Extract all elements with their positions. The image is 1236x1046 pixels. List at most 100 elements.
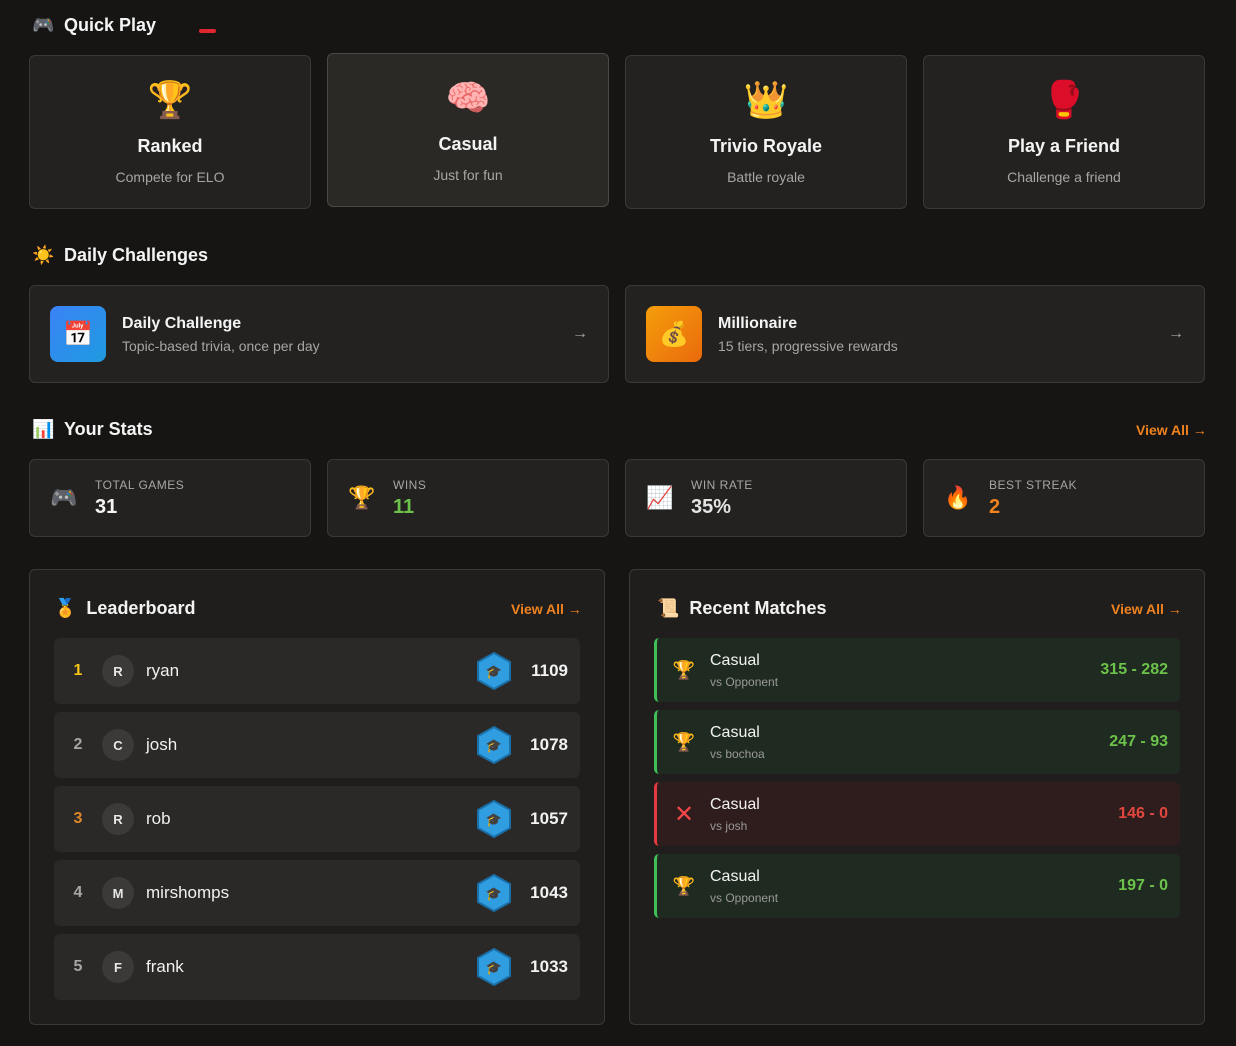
fire-icon: 🔥 <box>944 485 972 510</box>
rank-number: 4 <box>73 884 83 901</box>
challenge-title: Millionaire <box>718 314 798 332</box>
match-score: 146 - 0 <box>1118 805 1168 822</box>
challenge-subtitle: Topic-based trivia, once per day <box>122 337 320 354</box>
elo-rating: 1109 <box>531 661 568 680</box>
player-name: josh <box>146 735 178 754</box>
player-name: rob <box>146 809 171 828</box>
calendar-icon: 📅 <box>50 306 106 362</box>
player-name: mirshomps <box>146 883 230 902</box>
match-mode: Casual <box>710 651 760 669</box>
stat-value: 35% <box>691 495 732 518</box>
avatar: M <box>102 877 134 909</box>
quick-play-heading: 🎮 Quick Play <box>32 15 156 36</box>
svg-text:🎓: 🎓 <box>486 960 502 975</box>
match-opponent: vs Opponent <box>710 890 779 905</box>
match-opponent: vs bochoa <box>710 746 765 761</box>
rank-number: 1 <box>73 662 83 679</box>
leaderboard-heading: 🏅 Leaderboard <box>54 598 195 619</box>
rank-number: 5 <box>73 958 83 975</box>
daily-challenges-title: Daily Challenges <box>64 245 209 265</box>
rank-badge-icon: 🎓 <box>474 873 514 913</box>
stat-label: BEST STREAK <box>989 477 1077 492</box>
leaderboard-row[interactable]: 1 R ryan 🎓 1109 <box>54 638 580 704</box>
stat-wins: 🏆 WINS 11 <box>327 459 609 537</box>
trivio-royale-mode-card[interactable]: 👑 Trivio Royale Battle royale <box>625 55 907 209</box>
stats-view-all-link[interactable]: View All → <box>1136 422 1207 438</box>
rank-badge-icon: 🎓 <box>474 799 514 839</box>
boxing-glove-icon: 🥊 <box>1041 79 1087 120</box>
your-stats-heading: 📊 Your Stats <box>32 419 153 440</box>
mode-title: Ranked <box>137 136 203 156</box>
rank-badge-icon: 🎓 <box>474 725 514 765</box>
mode-subtitle: Compete for ELO <box>115 169 225 185</box>
mode-title: Play a Friend <box>1007 136 1121 156</box>
elo-rating: 1033 <box>530 957 568 976</box>
stat-best-streak: 🔥 BEST STREAK 2 <box>923 459 1205 537</box>
scroll-icon: 📜 <box>657 598 680 618</box>
trophy-icon: 🏆 <box>348 485 376 510</box>
crown-icon: 👑 <box>743 79 789 120</box>
elo-rating: 1043 <box>530 883 568 902</box>
recent-matches-heading: 📜 Recent Matches <box>657 598 826 619</box>
rank-number: 3 <box>73 810 83 827</box>
rank-number: 2 <box>73 736 83 753</box>
svg-text:🎓: 🎓 <box>486 812 502 827</box>
player-name: ryan <box>146 661 180 680</box>
match-mode: Casual <box>710 723 760 741</box>
gamepad-icon: 🎮 <box>50 485 78 510</box>
match-opponent: vs josh <box>710 818 748 833</box>
bar-chart-icon: 📊 <box>32 419 55 439</box>
trophy-icon: 🏆 <box>672 875 696 896</box>
leaderboard-row[interactable]: 3 R rob 🎓 1057 <box>54 786 580 852</box>
mode-subtitle: Battle royale <box>727 169 805 185</box>
gamepad-icon: 🎮 <box>32 15 55 35</box>
recent-matches-title: Recent Matches <box>689 598 827 618</box>
casual-mode-card[interactable]: 🧠 Casual Just for fun <box>327 53 609 207</box>
leaderboard-row[interactable]: 5 F frank 🎓 1033 <box>54 934 580 1000</box>
your-stats-title: Your Stats <box>64 419 153 439</box>
match-row[interactable]: 🏆 Casual vs Opponent 197 - 0 <box>654 854 1180 918</box>
avatar: R <box>102 803 134 835</box>
svg-text:🎓: 🎓 <box>486 738 502 753</box>
money-bag-icon: 💰 <box>646 306 702 362</box>
svg-text:🎓: 🎓 <box>486 664 502 679</box>
recent-matches-view-all-link[interactable]: View All → <box>1111 601 1182 617</box>
leaderboard-view-all-link[interactable]: View All → <box>511 601 582 617</box>
leaderboard-row[interactable]: 4 M mirshomps 🎓 1043 <box>54 860 580 926</box>
player-name: frank <box>146 957 184 976</box>
avatar: R <box>102 655 134 687</box>
mode-title: Trivio Royale <box>709 136 823 156</box>
match-row[interactable]: ✕ Casual vs josh 146 - 0 <box>654 782 1180 846</box>
leaderboard-row[interactable]: 2 C josh 🎓 1078 <box>54 712 580 778</box>
trophy-icon: 🏆 <box>147 79 193 120</box>
podium-icon: 🏅 <box>54 598 77 618</box>
millionaire-card[interactable]: 💰 Millionaire 15 tiers, progressive rewa… <box>625 285 1205 383</box>
avatar: C <box>102 729 134 761</box>
match-score: 197 - 0 <box>1118 877 1168 894</box>
notification-dash <box>199 29 216 33</box>
match-row[interactable]: 🏆 Casual vs bochoa 247 - 93 <box>654 710 1180 774</box>
arrow-right-icon: → <box>572 325 588 342</box>
cross-icon: ✕ <box>673 800 695 828</box>
sun-icon: ☀️ <box>32 245 55 265</box>
svg-text:🎓: 🎓 <box>486 886 502 901</box>
challenge-subtitle: 15 tiers, progressive rewards <box>718 337 898 354</box>
leaderboard-panel: 🏅 Leaderboard View All → 1 R ryan 🎓 1109… <box>29 569 605 1025</box>
daily-challenge-card[interactable]: 📅 Daily Challenge Topic-based trivia, on… <box>29 285 609 383</box>
ranked-mode-card[interactable]: 🏆 Ranked Compete for ELO <box>29 55 311 209</box>
elo-rating: 1078 <box>530 735 568 754</box>
mode-title: Casual <box>438 134 498 154</box>
rank-badge-icon: 🎓 <box>474 947 514 987</box>
play-friend-mode-card[interactable]: 🥊 Play a Friend Challenge a friend <box>923 55 1205 209</box>
rank-badge-icon: 🎓 <box>474 651 514 691</box>
mode-subtitle: Challenge a friend <box>1007 169 1121 185</box>
match-mode: Casual <box>710 795 760 813</box>
match-row[interactable]: 🏆 Casual vs Opponent 315 - 282 <box>654 638 1180 702</box>
match-opponent: vs Opponent <box>710 674 779 689</box>
stat-label: WIN RATE <box>691 477 753 492</box>
stat-value: 2 <box>989 495 1001 518</box>
match-score: 315 - 282 <box>1100 661 1168 678</box>
brain-icon: 🧠 <box>445 77 491 118</box>
stat-total-games: 🎮 TOTAL GAMES 31 <box>29 459 311 537</box>
quick-play-title: Quick Play <box>64 15 157 35</box>
